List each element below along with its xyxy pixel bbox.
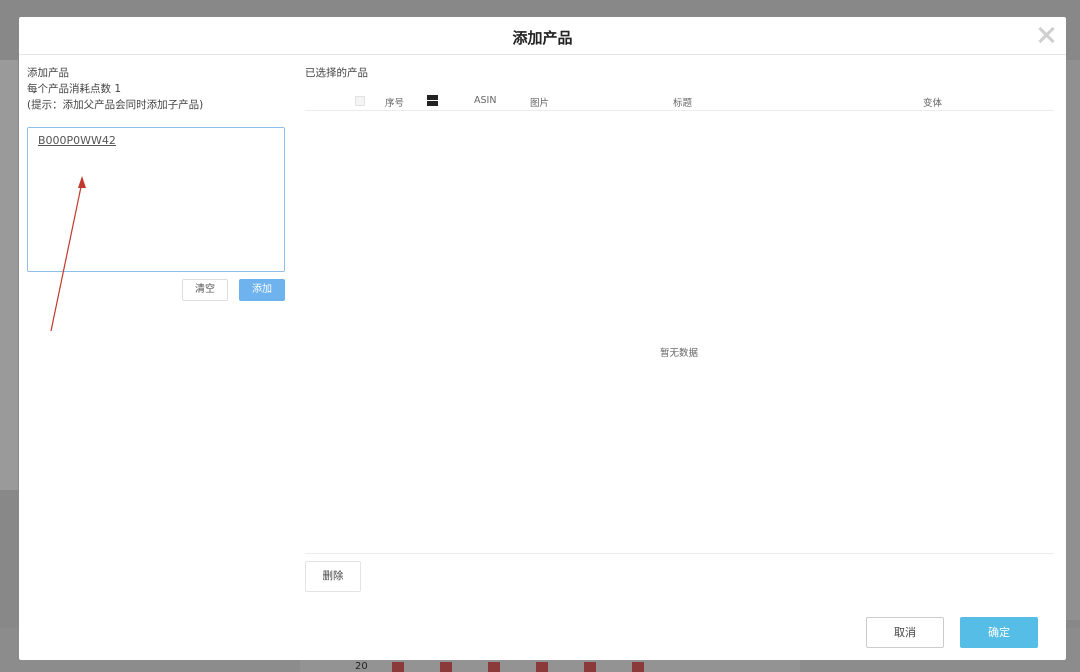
asin-input[interactable]: B000P0WW42 xyxy=(27,127,285,272)
add-product-modal: 添加产品 添加产品 每个产品消耗点数 1 (提示：添加父产品会同时添加子产品) … xyxy=(19,17,1066,660)
cancel-button[interactable]: 取消 xyxy=(866,617,944,648)
clear-button[interactable]: 清空 xyxy=(182,279,228,301)
background-chart-bar xyxy=(632,662,644,672)
add-product-panel: 添加产品 每个产品消耗点数 1 (提示：添加父产品会同时添加子产品) B000P… xyxy=(27,65,287,301)
table-header: 序号 ASIN 图片 标题 变体 xyxy=(305,93,1053,111)
selected-products-title: 已选择的产品 xyxy=(305,67,368,79)
background-chart-bar xyxy=(536,662,548,672)
column-header-title: 标题 xyxy=(673,98,693,109)
column-header-variant: 变体 xyxy=(923,98,943,109)
background-sidebar xyxy=(0,60,18,490)
parent-product-hint: (提示：添加父产品会同时添加子产品) xyxy=(27,99,204,111)
empty-state-text: 暂无数据 xyxy=(659,348,698,359)
background-chart-tick: 20 xyxy=(355,661,368,672)
close-icon[interactable] xyxy=(1036,25,1056,45)
column-toggle-icon[interactable] xyxy=(427,95,438,106)
table-divider xyxy=(305,553,1053,554)
select-all-checkbox[interactable] xyxy=(355,96,365,106)
column-header-index: 序号 xyxy=(385,98,405,109)
cost-per-product-text: 每个产品消耗点数 1 xyxy=(27,83,122,95)
add-button[interactable]: 添加 xyxy=(239,279,285,301)
delete-button[interactable]: 删除 xyxy=(305,561,361,592)
panel-heading: 添加产品 xyxy=(27,67,69,79)
modal-header: 添加产品 xyxy=(19,17,1066,55)
background-chart-bar xyxy=(440,662,452,672)
background-chart-bar xyxy=(584,662,596,672)
column-header-asin: ASIN xyxy=(474,95,497,106)
confirm-button[interactable]: 确定 xyxy=(960,617,1038,648)
background-chart-bar xyxy=(392,662,404,672)
selected-products-panel: 已选择的产品 序号 ASIN 图片 标题 变体 暂无数据 删除 xyxy=(305,65,1055,592)
modal-title: 添加产品 xyxy=(512,29,573,47)
background-right-edge xyxy=(1064,60,1080,620)
column-header-image: 图片 xyxy=(530,98,550,109)
background-chart-bar xyxy=(488,662,500,672)
